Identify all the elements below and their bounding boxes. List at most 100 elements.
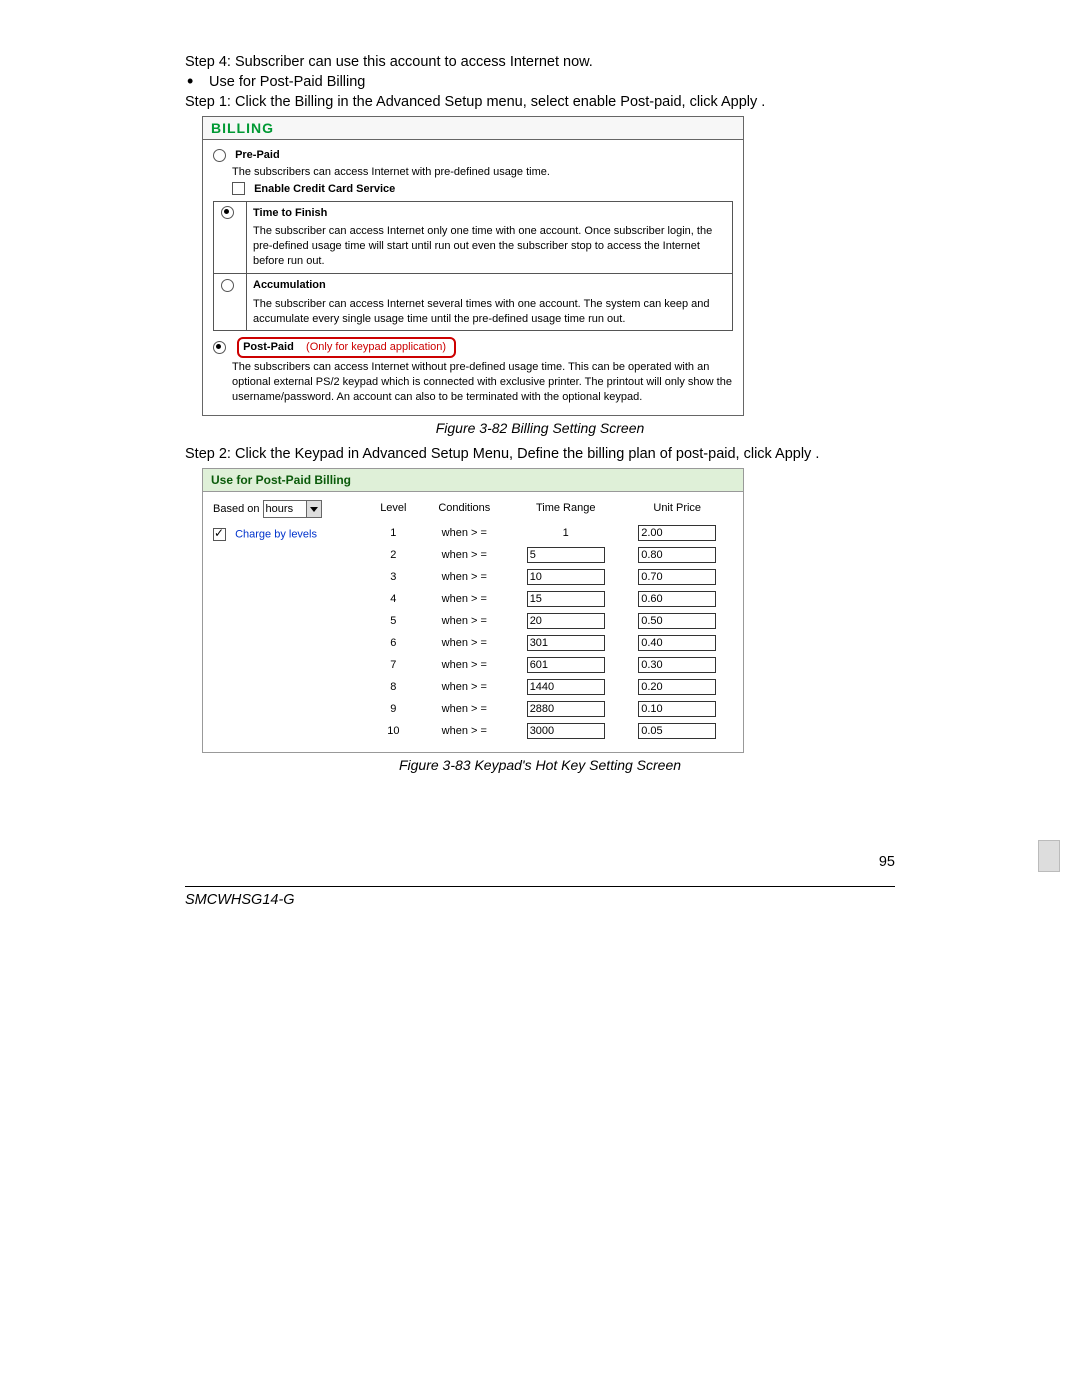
condition-cell: when > = [419, 588, 510, 610]
unitprice-input[interactable] [638, 613, 716, 629]
figure-3-82-caption: Figure 3-82 Billing Setting Screen [185, 420, 895, 436]
accumulation-radio[interactable] [221, 279, 234, 292]
billing-header: BILLING [203, 117, 743, 140]
unitprice-input[interactable] [638, 679, 716, 695]
timerange-cell [510, 566, 622, 588]
timerange-input[interactable] [527, 547, 605, 563]
col-unitprice: Unit Price [621, 500, 733, 522]
based-on-select[interactable]: hours [263, 500, 322, 518]
condition-cell: when > = [419, 566, 510, 588]
keypad-panel: Use for Post-Paid Billing Based on hours… [202, 468, 744, 753]
timerange-input[interactable] [527, 657, 605, 673]
unitprice-input[interactable] [638, 547, 716, 563]
postpaid-highlight: Post-Paid (Only for keypad application) [237, 337, 456, 358]
level-cell: 9 [368, 698, 419, 720]
unitprice-cell [621, 566, 733, 588]
figure-3-83-caption: Figure 3-83 Keypad's Hot Key Setting Scr… [185, 757, 895, 773]
unitprice-input[interactable] [638, 701, 716, 717]
unitprice-cell [621, 720, 733, 742]
accumulation-desc: The subscriber can access Internet sever… [253, 297, 726, 327]
page-number: 95 [879, 854, 895, 870]
col-conditions: Conditions [419, 500, 510, 522]
prepaid-options-table: Time to Finish The subscriber can access… [213, 201, 733, 332]
level-row: 10when > = [368, 720, 733, 742]
enable-cc-checkbox[interactable] [232, 182, 245, 195]
timerange-input[interactable] [527, 569, 605, 585]
timerange-input[interactable] [527, 701, 605, 717]
level-cell: 7 [368, 654, 419, 676]
unitprice-cell [621, 698, 733, 720]
unitprice-cell [621, 522, 733, 544]
timerange-input[interactable] [527, 613, 605, 629]
timerange-cell [510, 698, 622, 720]
unitprice-input[interactable] [638, 591, 716, 607]
unitprice-input[interactable] [638, 657, 716, 673]
model-name: SMCWHSG14-G [185, 892, 295, 908]
level-row: 6when > = [368, 632, 733, 654]
condition-cell: when > = [419, 698, 510, 720]
timerange-input[interactable] [527, 723, 605, 739]
level-row: 3when > = [368, 566, 733, 588]
unitprice-cell [621, 610, 733, 632]
step1-text: Step 1: Click the Billing in the Advance… [185, 94, 895, 110]
level-row: 5when > = [368, 610, 733, 632]
level-cell: 8 [368, 676, 419, 698]
timerange-cell [510, 544, 622, 566]
level-cell: 10 [368, 720, 419, 742]
level-row: 1when > =1 [368, 522, 733, 544]
timerange-cell [510, 676, 622, 698]
level-row: 8when > = [368, 676, 733, 698]
level-row: 9when > = [368, 698, 733, 720]
level-cell: 3 [368, 566, 419, 588]
condition-cell: when > = [419, 632, 510, 654]
condition-cell: when > = [419, 676, 510, 698]
timerange-input[interactable] [527, 679, 605, 695]
level-row: 4when > = [368, 588, 733, 610]
charge-by-levels-checkbox[interactable] [213, 528, 226, 541]
postpaid-desc: The subscribers can access Internet with… [232, 360, 733, 405]
timerange-cell [510, 720, 622, 742]
postpaid-radio[interactable] [213, 341, 226, 354]
scrollbar-stub[interactable] [1038, 840, 1060, 872]
accumulation-title: Accumulation [253, 278, 726, 293]
time-to-finish-radio[interactable] [221, 206, 234, 219]
prepaid-radio[interactable] [213, 149, 226, 162]
unitprice-cell [621, 588, 733, 610]
postpaid-label: Post-Paid [243, 341, 294, 353]
unitprice-input[interactable] [638, 525, 716, 541]
timerange-cell [510, 610, 622, 632]
unitprice-input[interactable] [638, 569, 716, 585]
unitprice-cell [621, 676, 733, 698]
enable-cc-label: Enable Credit Card Service [254, 183, 395, 195]
step2-text: Step 2: Click the Keypad in Advanced Set… [185, 446, 895, 462]
level-cell: 4 [368, 588, 419, 610]
keypad-header: Use for Post-Paid Billing [203, 469, 743, 492]
level-cell: 1 [368, 522, 419, 544]
level-cell: 5 [368, 610, 419, 632]
timerange-cell [510, 588, 622, 610]
level-row: 7when > = [368, 654, 733, 676]
unitprice-cell [621, 654, 733, 676]
condition-cell: when > = [419, 720, 510, 742]
level-cell: 6 [368, 632, 419, 654]
timerange-cell: 1 [510, 522, 622, 544]
bullet-icon: • [187, 74, 205, 88]
prepaid-label: Pre-Paid [235, 149, 280, 161]
prepaid-desc: The subscribers can access Internet with… [232, 165, 733, 180]
unitprice-cell [621, 544, 733, 566]
level-row: 2when > = [368, 544, 733, 566]
bullet-postpaid: Use for Post-Paid Billing [209, 74, 365, 90]
unitprice-input[interactable] [638, 635, 716, 651]
timerange-input[interactable] [527, 635, 605, 651]
step4-text: Step 4: Subscriber can use this account … [185, 54, 895, 70]
levels-table: Level Conditions Time Range Unit Price 1… [368, 500, 733, 742]
unitprice-input[interactable] [638, 723, 716, 739]
timerange-cell [510, 654, 622, 676]
level-cell: 2 [368, 544, 419, 566]
charge-by-levels-label: Charge by levels [235, 528, 317, 540]
timerange-input[interactable] [527, 591, 605, 607]
time-to-finish-desc: The subscriber can access Internet only … [253, 224, 726, 269]
condition-cell: when > = [419, 544, 510, 566]
col-level: Level [368, 500, 419, 522]
unitprice-cell [621, 632, 733, 654]
